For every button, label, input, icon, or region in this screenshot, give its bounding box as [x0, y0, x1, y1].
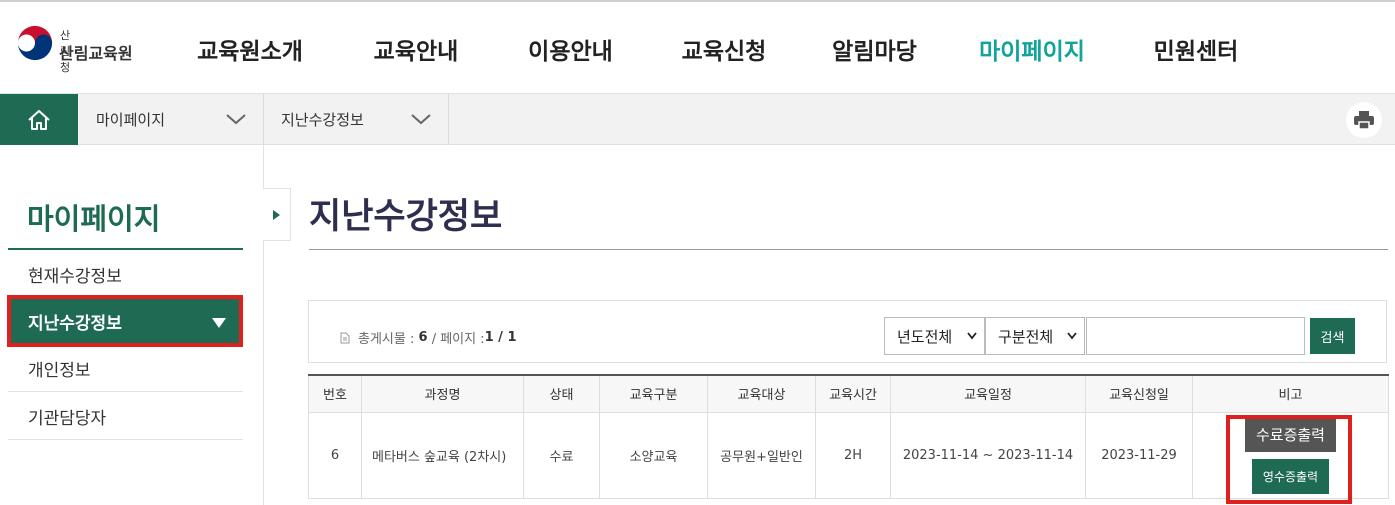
- home-icon: [28, 109, 50, 130]
- column-header: 교육일정: [890, 374, 1086, 413]
- cell-status: 수료: [523, 411, 600, 499]
- breadcrumb-label: 마이페이지: [96, 111, 166, 129]
- sidebar-item-label: 기관담당자: [28, 408, 107, 429]
- caret-down-icon: [212, 318, 226, 328]
- print-icon: [1354, 111, 1374, 130]
- column-header: 번호: [308, 374, 362, 413]
- chevron-down-icon: [967, 332, 977, 340]
- column-header: 비고: [1192, 374, 1389, 413]
- type-select[interactable]: 구분전체: [985, 317, 1085, 355]
- sidebar-item-current-courses[interactable]: 현재수강정보: [8, 251, 243, 298]
- year-select-value: 년도전체: [897, 327, 953, 346]
- sidebar-item-org-manager[interactable]: 기관담당자: [8, 393, 243, 440]
- sidebar-item-personal-info[interactable]: 개인정보: [8, 345, 243, 392]
- column-header: 교육시간: [815, 374, 891, 413]
- print-certificate-button[interactable]: 수료증출력: [1244, 416, 1336, 452]
- cell-actions: 수료증출력 영수증출력: [1192, 411, 1389, 499]
- breadcrumb-label: 지난수강정보: [281, 111, 364, 129]
- cell-schedule: 2023-11-14 ~ 2023-11-14: [890, 411, 1086, 499]
- count-label: 총게시물 :: [358, 332, 415, 347]
- gnb-item-mypage[interactable]: 마이페이지: [945, 2, 1119, 97]
- sidebar-item-label: 지난수강정보: [28, 314, 122, 334]
- type-select-value: 구분전체: [998, 327, 1054, 346]
- sidebar-toggle-button[interactable]: [263, 188, 291, 241]
- print-button[interactable]: [1346, 102, 1382, 138]
- count-value: 6: [418, 330, 428, 345]
- gnb-item-notices[interactable]: 알림마당: [804, 2, 945, 95]
- site-header: 산림청 산림교육원 교육원소개 교육안내 이용안내 교육신청 알림마당 마이페이…: [0, 0, 1395, 97]
- column-header: 교육대상: [707, 374, 816, 413]
- sidebar-item-label: 개인정보: [28, 360, 91, 381]
- cell-target: 공무원+일반인: [707, 411, 816, 499]
- breadcrumb-mypage[interactable]: 마이페이지: [79, 94, 264, 145]
- cell-hours: 2H: [815, 411, 891, 499]
- gnb-item-usage-info[interactable]: 이용안내: [497, 2, 644, 95]
- chevron-down-icon: [1067, 332, 1077, 340]
- sidebar-title: 마이페이지: [27, 202, 161, 236]
- sidebar-item-past-courses[interactable]: 지난수강정보: [8, 298, 243, 345]
- document-icon: [340, 332, 350, 343]
- sidebar-item-label: 현재수강정보: [28, 266, 122, 287]
- column-header: 교육신청일: [1085, 374, 1193, 413]
- caret-right-icon: [273, 209, 280, 220]
- location-bar: 마이페이지 지난수강정보: [0, 93, 1395, 145]
- logo-site-name: 산림교육원: [59, 44, 133, 63]
- breadcrumb-past-courses[interactable]: 지난수강정보: [264, 94, 449, 145]
- chevron-down-icon: [226, 114, 246, 125]
- gnb-item-application[interactable]: 교육신청: [644, 2, 804, 95]
- site-logo[interactable]: 산림청 산림교육원: [16, 24, 133, 74]
- cell-no: 6: [308, 411, 362, 499]
- year-select[interactable]: 년도전체: [884, 317, 985, 355]
- korea-emblem-icon: [16, 24, 54, 62]
- page-label: / 페이지 :: [431, 332, 485, 347]
- search-input[interactable]: [1086, 317, 1305, 355]
- title-divider: [309, 249, 1388, 250]
- column-header: 과정명: [361, 374, 524, 413]
- gnb-item-civil-center[interactable]: 민원센터: [1119, 2, 1273, 95]
- column-header: 상태: [523, 374, 600, 413]
- table-header-row: 번호 과정명 상태 교육구분 교육대상 교육시간 교육일정 교육신청일 비고: [308, 374, 1389, 413]
- cell-course-name: 메타버스 숲교육 (2차시): [361, 411, 524, 499]
- search-button[interactable]: 검색: [1310, 318, 1355, 354]
- cell-applied-date: 2023-11-29: [1085, 411, 1193, 499]
- gnb-item-education-info[interactable]: 교육안내: [335, 2, 497, 95]
- chevron-down-icon: [411, 114, 431, 125]
- main-navigation: 교육원소개 교육안내 이용안내 교육신청 알림마당 마이페이지 민원센터: [165, 2, 1273, 97]
- cell-category: 소양교육: [599, 411, 708, 499]
- column-header: 교육구분: [599, 374, 708, 413]
- post-count: 총게시물 : 6 / 페이지 :1 / 1: [340, 328, 516, 347]
- search-box: 총게시물 : 6 / 페이지 :1 / 1 년도전체 구분전체 검색: [308, 300, 1387, 363]
- print-receipt-button[interactable]: 영수증출력: [1251, 458, 1330, 494]
- sidebar-divider: [8, 248, 243, 250]
- course-table: 번호 과정명 상태 교육구분 교육대상 교육시간 교육일정 교육신청일 비고 6…: [308, 374, 1389, 499]
- table-row: 6 메타버스 숲교육 (2차시) 수료 소양교육 공무원+일반인 2H 2023…: [308, 411, 1389, 499]
- page-title: 지난수강정보: [309, 197, 503, 237]
- gnb-item-about[interactable]: 교육원소개: [165, 2, 335, 95]
- home-button[interactable]: [0, 94, 78, 145]
- page-value: 1 / 1: [484, 330, 517, 345]
